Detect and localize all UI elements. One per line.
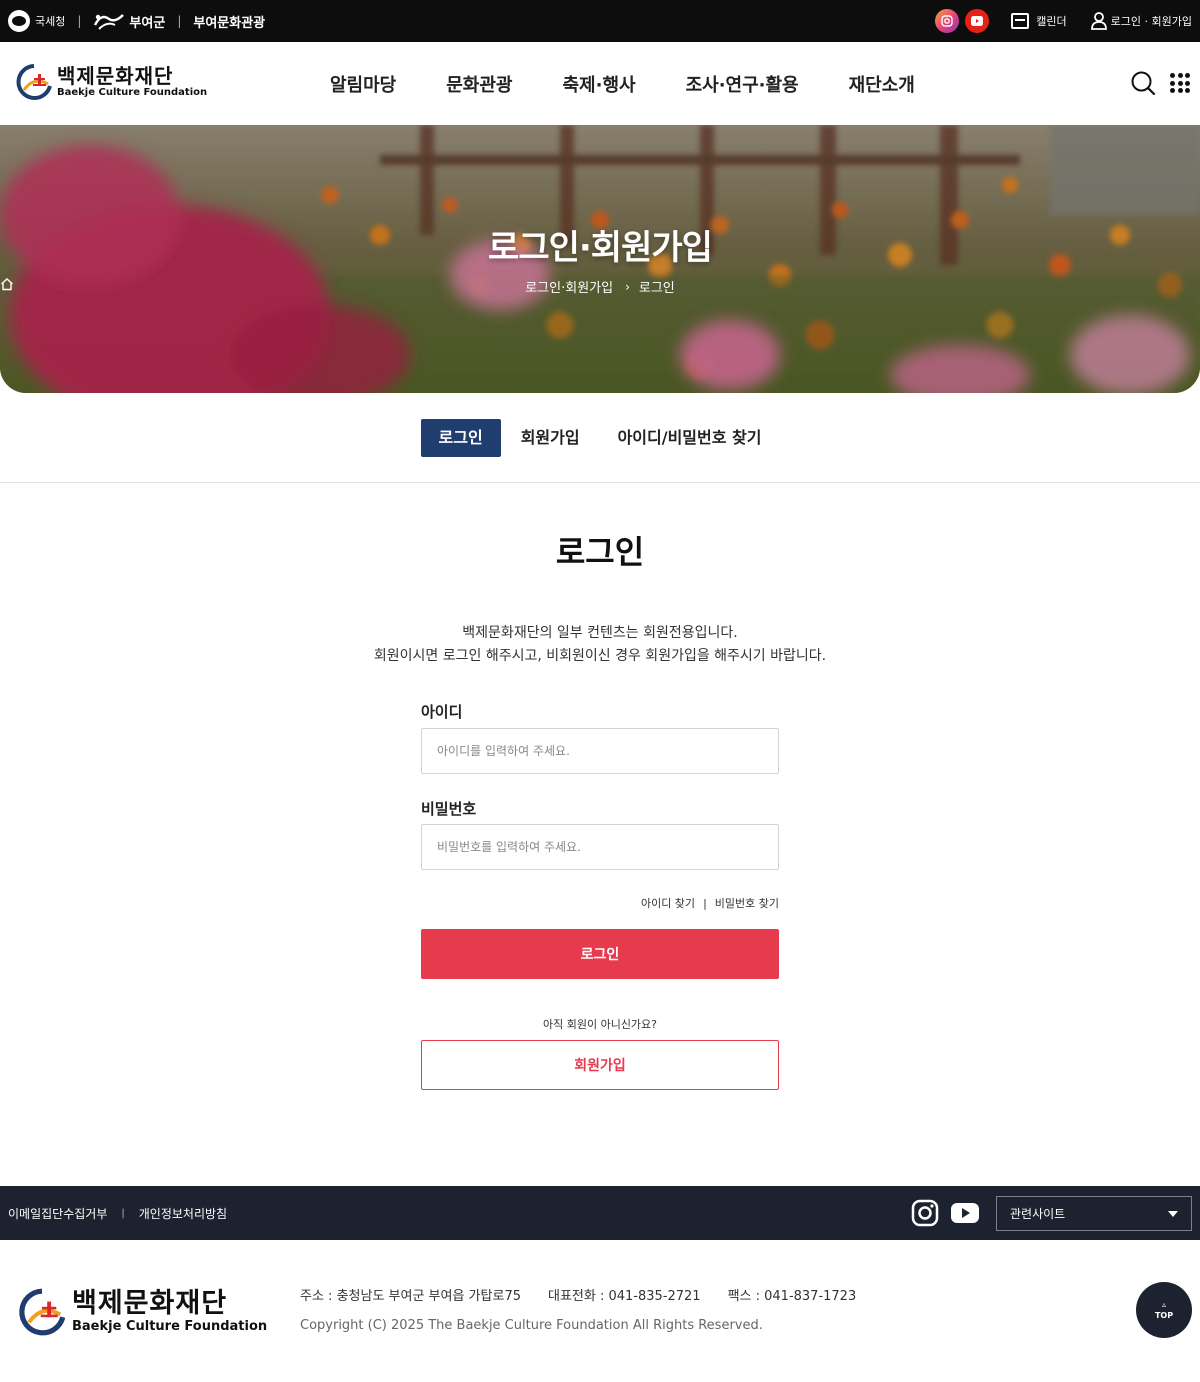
arrow-up-icon: ▵ (1161, 1299, 1166, 1309)
password-input[interactable] (421, 824, 779, 870)
chevron-right-icon: › (625, 279, 630, 294)
nav-item-festival-events[interactable]: 축제·행사 (563, 71, 636, 97)
footer-contact: 주소 : 충청남도 부여군 부여읍 가탑로75 대표전화 : 041-835-2… (300, 1285, 883, 1304)
footer-policy-links: 이메일집단수집거부 | 개인정보처리방침 (8, 1186, 227, 1240)
foundation-logo-icon (16, 64, 52, 100)
footer-fax: 팩스 : 041-837-1723 (727, 1289, 857, 1304)
related-sites-label: 관련사이트 (1010, 1207, 1066, 1221)
site-header: 백제문화재단 Baekje Culture Foundation 알림마당 문화… (0, 42, 1200, 125)
main-navigation: 알림마당 문화관광 축제·행사 조사·연구·활용 재단소개 (330, 42, 965, 125)
find-id-link[interactable]: 아이디 찾기 (641, 895, 695, 911)
foundation-logo-icon (19, 1288, 66, 1336)
gov-link[interactable]: 국세청 (8, 10, 65, 32)
footer-bar: 이메일집단수집거부 | 개인정보처리방침 관련사이트 (0, 1186, 1200, 1240)
separator: | (703, 896, 707, 910)
separator: | (177, 14, 182, 28)
footer-logo-korean: 백제문화재단 (72, 1288, 228, 1319)
buyeo-logo-icon (94, 14, 125, 30)
instagram-icon[interactable] (911, 1199, 939, 1227)
site-logo[interactable]: 백제문화재단 Baekje Culture Foundation (14, 62, 207, 102)
find-password-link[interactable]: 비밀번호 찾기 (715, 895, 779, 911)
login-intro: 백제문화재단의 일부 컨텐츠는 회원전용입니다. 회원이시면 로그인 해주시고,… (0, 622, 1200, 668)
top-utility-bar: 국세청 | 부여군 | 부여문화관광 캘린더 로그인 · 회원가입 (0, 0, 1200, 42)
tab-login[interactable]: 로그인 (420, 419, 501, 457)
nav-item-about[interactable]: 재단소개 (849, 71, 915, 97)
nav-item-notices[interactable]: 알림마당 (330, 71, 396, 97)
section-divider (0, 482, 1200, 483)
instagram-icon[interactable] (935, 9, 960, 33)
county-label: 부여군 (129, 15, 166, 31)
utility-menu: 캘린더 로그인 · 회원가입 (935, 0, 1192, 42)
page-title: 로그인 (555, 533, 645, 571)
footer-copyright: Copyright (C) 2025 The Baekje Culture Fo… (300, 1318, 763, 1333)
county-link[interactable]: 부여군 (93, 11, 165, 31)
youtube-icon[interactable] (965, 9, 990, 33)
all-menu-icon[interactable] (1170, 73, 1190, 93)
footer-logo: 백제문화재단 Baekje Culture Foundation (16, 1286, 267, 1338)
find-account-links: 아이디 찾기 | 비밀번호 찾기 (641, 895, 779, 911)
logo-korean-name: 백제문화재단 (57, 64, 174, 88)
gov-label: 국세청 (35, 15, 66, 28)
search-icon[interactable] (1130, 70, 1156, 96)
breadcrumb: 로그인·회원가입 › 로그인 (0, 277, 1200, 296)
member-tabs: 로그인 회원가입 아이디/비밀번호 찾기 (0, 418, 1200, 458)
not-member-text: 아직 회원이 아니신가요? (542, 1018, 658, 1031)
logo-wordmark: 백제문화재단 Baekje Culture Foundation (57, 65, 207, 99)
password-label: 비밀번호 (421, 800, 477, 818)
breadcrumb-item[interactable]: 로그인·회원가입 (525, 277, 613, 296)
hero-title: 로그인·회원가입 (488, 228, 713, 268)
top-label: TOP (1154, 1310, 1174, 1320)
user-icon (1090, 12, 1107, 30)
footer-phone: 대표전화 : 041-835-2721 (547, 1289, 701, 1304)
tourism-link[interactable]: 부여문화관광 (193, 12, 265, 31)
footer-logo-english: Baekje Culture Foundation (72, 1319, 268, 1334)
intro-line-2: 회원이시면 로그인 해주시고, 비회원이신 경우 회원가입을 해주시기 바랍니다… (373, 648, 827, 664)
nav-item-culture-tourism[interactable]: 문화관광 (446, 71, 512, 97)
calendar-icon (1011, 13, 1030, 29)
calendar-link[interactable]: 캘린더 (1036, 13, 1066, 29)
breadcrumb-current[interactable]: 로그인 (639, 277, 675, 296)
login-join-link[interactable]: 로그인 · 회원가입 (1111, 13, 1192, 29)
home-icon[interactable] (0, 277, 14, 291)
join-button[interactable]: 회원가입 (421, 1040, 779, 1090)
separator: | (77, 14, 82, 28)
youtube-icon[interactable] (950, 1201, 980, 1225)
email-refusal-link[interactable]: 이메일집단수집거부 (8, 1205, 107, 1222)
id-input[interactable] (421, 728, 779, 774)
caret-down-icon (1168, 1210, 1178, 1217)
family-links: 국세청 | 부여군 | 부여문화관광 (8, 0, 265, 42)
logo-english-name: Baekje Culture Foundation (57, 87, 208, 98)
gov-emblem-icon (8, 10, 30, 32)
footer-address: 주소 : 충청남도 부여군 부여읍 가탑로75 (300, 1289, 521, 1304)
hero-banner: 로그인·회원가입 로그인·회원가입 › 로그인 (0, 125, 1200, 393)
id-label: 아이디 (421, 703, 463, 721)
tab-find-account[interactable]: 아이디/비밀번호 찾기 (600, 419, 780, 457)
tab-join[interactable]: 회원가입 (503, 419, 598, 457)
separator: | (121, 1207, 125, 1219)
footer-wordmark: 백제문화재단 Baekje Culture Foundation (72, 1289, 267, 1335)
related-sites-select[interactable]: 관련사이트 (996, 1196, 1192, 1231)
intro-line-1: 백제문화재단의 일부 컨텐츠는 회원전용입니다. (462, 625, 738, 641)
login-button[interactable]: 로그인 (421, 929, 779, 979)
scroll-top-button[interactable]: ▵ TOP (1136, 1282, 1192, 1338)
nav-item-research[interactable]: 조사·연구·활용 (686, 71, 799, 97)
privacy-policy-link[interactable]: 개인정보처리방침 (139, 1205, 227, 1222)
